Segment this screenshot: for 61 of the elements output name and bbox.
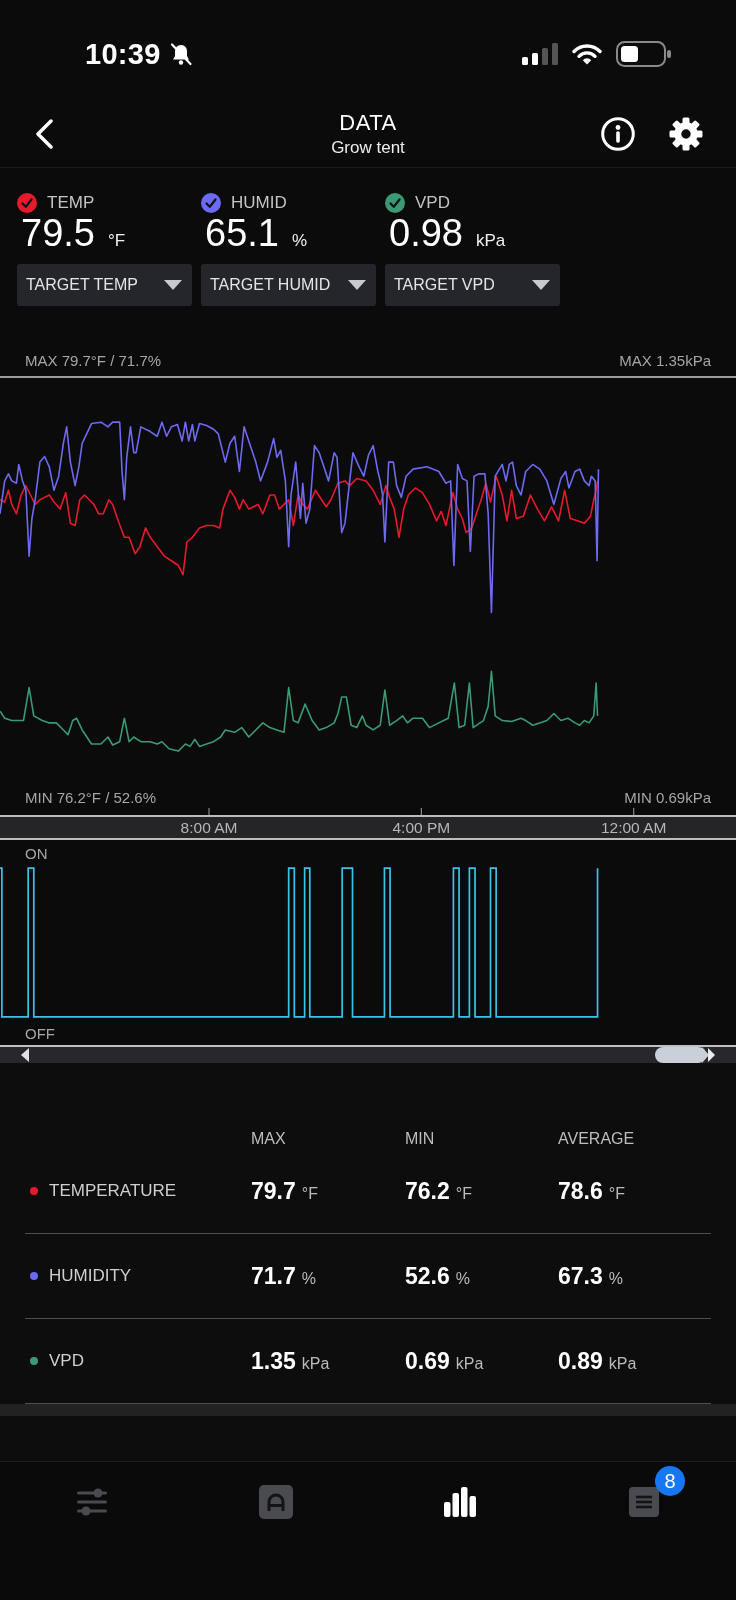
state-label: ON — [25, 845, 48, 862]
sensor-label: HUMID — [231, 193, 287, 213]
column-header: MAX — [251, 1129, 287, 1148]
bell-slash-icon — [168, 42, 193, 66]
sensor-label: TEMP — [47, 193, 95, 213]
caret-icon — [532, 280, 550, 290]
row-label: HUMIDITY — [49, 1266, 132, 1286]
axis-tick — [208, 807, 210, 815]
caret-icon — [348, 280, 366, 290]
stat-value: 67.3 % — [558, 1262, 624, 1290]
state-label: OFF — [25, 1025, 55, 1042]
max-label: MAX 1.35kPa — [619, 352, 711, 369]
info-icon — [601, 116, 635, 151]
bar-chart-icon — [444, 1487, 476, 1517]
stat-value: 1.35 kPa — [251, 1347, 331, 1375]
info-button[interactable] — [601, 116, 635, 151]
stat-value: 71.7 % — [251, 1262, 317, 1290]
page-title: DATA — [339, 109, 397, 136]
chevron-left-icon — [34, 118, 54, 149]
stat-value: 52.6 % — [405, 1262, 471, 1290]
caret-icon — [164, 280, 182, 290]
settings-button[interactable] — [669, 116, 703, 151]
axis-tick — [633, 807, 635, 815]
row-label: TEMPERATURE — [49, 1181, 177, 1201]
status-time: 10:39 — [85, 37, 161, 71]
min-label: MIN 0.69kPa — [624, 789, 711, 806]
axis-tick — [420, 807, 422, 815]
sliders-icon — [77, 1488, 107, 1516]
scrollbar-thumb[interactable] — [655, 1047, 715, 1063]
sensor-label: VPD — [415, 193, 450, 213]
stat-value: 78.6 °F — [558, 1177, 626, 1205]
time-label: 12:00 AM — [600, 818, 667, 837]
list-tile-icon — [629, 1487, 659, 1517]
signal-icon — [522, 43, 558, 65]
page-subtitle: Grow tent — [331, 137, 405, 158]
stat-value: 79.7 °F — [251, 1177, 319, 1205]
stat-value: 0.89 kPa — [558, 1347, 638, 1375]
notification-badge: 8 — [655, 1466, 685, 1496]
stat-value: 0.69 kPa — [405, 1347, 485, 1375]
target-dropdown[interactable]: TARGET TEMP — [17, 264, 192, 306]
max-label: MAX 79.7°F / 71.7% — [25, 352, 162, 369]
check-circle-icon[interactable] — [201, 193, 221, 213]
check-circle-icon[interactable] — [17, 193, 37, 213]
check-circle-icon[interactable] — [385, 193, 405, 213]
time-label: 8:00 AM — [180, 818, 238, 837]
sensor-reading: 65.1 % — [204, 213, 309, 253]
column-header: AVERAGE — [558, 1129, 636, 1148]
arch-tile-icon — [259, 1485, 293, 1519]
battery-icon — [616, 41, 672, 67]
wifi-icon — [572, 43, 602, 65]
row-label: VPD — [49, 1351, 84, 1371]
scroll-left-icon[interactable] — [21, 1048, 29, 1062]
time-label: 4:00 PM — [392, 818, 451, 837]
sensor-reading: 0.98 kPa — [388, 213, 507, 253]
sensor-reading: 79.5 °F — [20, 213, 127, 253]
target-dropdown[interactable]: TARGET VPD — [385, 264, 560, 306]
target-dropdown[interactable]: TARGET HUMID — [201, 264, 376, 306]
settings-icon — [669, 116, 703, 151]
column-header: MIN — [405, 1129, 436, 1148]
min-label: MIN 76.2°F / 52.6% — [25, 789, 157, 806]
stat-value: 76.2 °F — [405, 1177, 473, 1205]
